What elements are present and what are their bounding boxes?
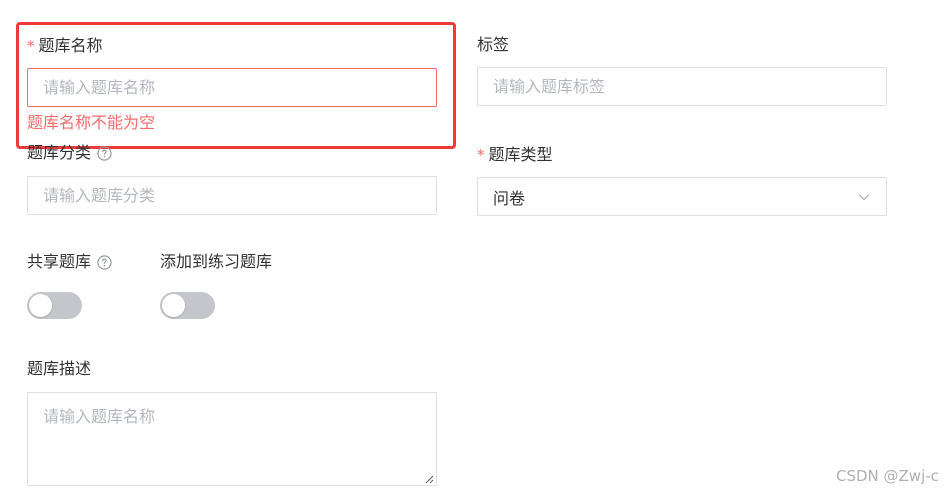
bank-type-label: * 题库类型 (477, 145, 553, 165)
required-mark: * (27, 37, 35, 55)
bank-type-label-text: 题库类型 (488, 145, 553, 164)
tags-input[interactable] (477, 67, 887, 106)
question-circle-icon[interactable] (97, 145, 112, 161)
bank-type-selected-value: 问卷 (493, 188, 526, 208)
bank-name-error: 题库名称不能为空 (27, 113, 156, 132)
category-label: 题库分类 (27, 143, 112, 163)
required-mark: * (477, 146, 485, 164)
bank-name-label-text: 题库名称 (38, 36, 103, 55)
switch-knob (29, 294, 52, 317)
add-to-practice-label: 添加到练习题库 (160, 252, 272, 272)
add-to-practice-label-text: 添加到练习题库 (160, 252, 273, 271)
description-textarea[interactable] (27, 392, 437, 486)
switch-knob (162, 294, 185, 317)
shared-label-text: 共享题库 (27, 252, 92, 271)
watermark-text: CSDN @Zwj-c (836, 467, 939, 485)
category-input[interactable] (27, 176, 437, 215)
bank-name-input[interactable] (27, 68, 437, 107)
chevron-down-icon (858, 193, 870, 200)
add-to-practice-switch[interactable] (160, 292, 215, 319)
tags-label-text: 标签 (477, 35, 510, 54)
description-label: 题库描述 (27, 359, 91, 379)
bank-name-label: * 题库名称 (27, 36, 103, 56)
bank-form-page: * 题库名称 题库名称不能为空 标签 题库分类 * 题库类型 问卷 共享题库 (0, 0, 952, 494)
question-circle-icon[interactable] (97, 254, 112, 270)
shared-switch[interactable] (27, 292, 82, 319)
bank-type-select[interactable]: 问卷 (477, 177, 887, 216)
tags-label: 标签 (477, 35, 509, 55)
category-label-text: 题库分类 (27, 143, 92, 162)
description-label-text: 题库描述 (27, 359, 92, 378)
shared-label: 共享题库 (27, 252, 112, 272)
resize-handle-icon[interactable] (424, 474, 434, 484)
